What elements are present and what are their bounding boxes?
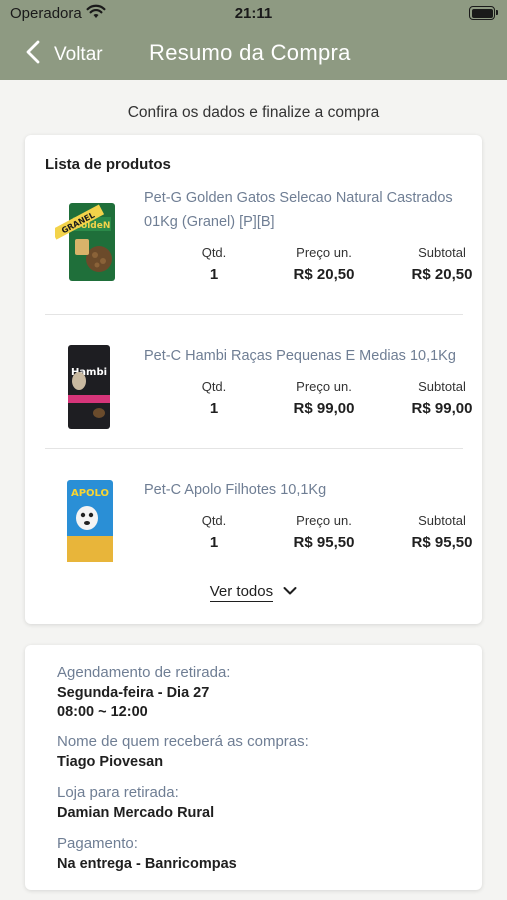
product-subtotal: R$ 99,00 (411, 400, 473, 417)
status-bar: Operadora 21:11 (0, 0, 507, 28)
product-unit-price: R$ 20,50 (293, 266, 355, 283)
pickup-info-card: Agendamento de retirada: Segunda-feira -… (25, 645, 482, 890)
ver-todos-label: Ver todos (209, 583, 274, 602)
product-item[interactable]: APOLO Pet-C Apolo Filhotes 10,1Kg Qtd. 1… (45, 449, 472, 583)
svg-text:APOLO: APOLO (71, 488, 109, 499)
schedule-section: Agendamento de retirada: Segunda-feira -… (57, 664, 457, 722)
qty-column: Qtd. 1 (184, 513, 244, 551)
product-image: APOLO (55, 476, 121, 566)
product-item[interactable]: GoldeN GRANEL Pet-G Golden Gatos Selecao… (45, 181, 472, 315)
page-subtitle: Confira os dados e finalize a compra (127, 104, 380, 121)
product-unit-price: R$ 95,50 (293, 534, 355, 551)
receiver-label: Nome de quem receberá as compras: (57, 733, 309, 750)
price-column: Preço un. R$ 20,50 (283, 245, 365, 283)
product-name: Pet-C Hambi Raças Pequenas E Medias 10,1… (144, 348, 456, 364)
qty-column: Qtd. 1 (184, 379, 244, 417)
price-column: Preço un. R$ 99,00 (283, 379, 365, 417)
subtotal-column: Subtotal R$ 95,50 (401, 513, 483, 551)
products-card: Lista de produtos GoldeN GRANEL Pet-G Go… (25, 135, 482, 624)
product-qty: 1 (209, 534, 219, 551)
chevron-down-icon (277, 583, 297, 600)
store-label: Loja para retirada: (57, 784, 179, 801)
navigation-bar: Voltar Resumo da Compra (0, 28, 507, 80)
product-subtotal: R$ 20,50 (411, 266, 473, 283)
chevron-left-icon (26, 40, 40, 69)
payment-section: Pagamento: Na entrega - Banricompas (57, 835, 457, 874)
subtotal-column: Subtotal R$ 99,00 (401, 379, 483, 417)
battery-icon (469, 6, 498, 20)
clock: 21:11 (234, 5, 273, 22)
product-name: Pet-G Golden Gatos Selecao Natural Castr… (144, 190, 453, 230)
product-subtotal: R$ 95,50 (411, 534, 473, 551)
schedule-time: 08:00 ~ 12:00 (57, 704, 148, 720)
receiver-value: Tiago Piovesan (57, 754, 164, 770)
product-image: GoldeN GRANEL (51, 195, 121, 285)
product-name: Pet-C Apolo Filhotes 10,1Kg (144, 482, 327, 498)
qty-column: Qtd. 1 (184, 245, 244, 283)
price-column: Preço un. R$ 95,50 (283, 513, 365, 551)
page-title: Resumo da Compra (149, 40, 351, 65)
store-section: Loja para retirada: Damian Mercado Rural (57, 784, 457, 823)
schedule-day: Segunda-feira - Dia 27 (57, 685, 210, 701)
schedule-label: Agendamento de retirada: (57, 664, 231, 681)
subtotal-column: Subtotal R$ 20,50 (401, 245, 483, 283)
back-label: Voltar (54, 43, 103, 65)
product-unit-price: R$ 99,00 (293, 400, 355, 417)
payment-value: Na entrega - Banricompas (57, 856, 237, 872)
ver-todos-button[interactable]: Ver todos (25, 583, 482, 602)
product-qty: 1 (209, 400, 219, 417)
product-item[interactable]: Hambi Pet-C Hambi Raças Pequenas E Media… (45, 315, 472, 449)
products-card-title: Lista de produtos (45, 156, 171, 173)
product-qty: 1 (209, 266, 219, 283)
back-button[interactable]: Voltar (26, 40, 103, 69)
product-image: Hambi (55, 341, 121, 431)
store-value: Damian Mercado Rural (57, 805, 215, 821)
payment-label: Pagamento: (57, 835, 138, 852)
receiver-section: Nome de quem receberá as compras: Tiago … (57, 733, 457, 772)
